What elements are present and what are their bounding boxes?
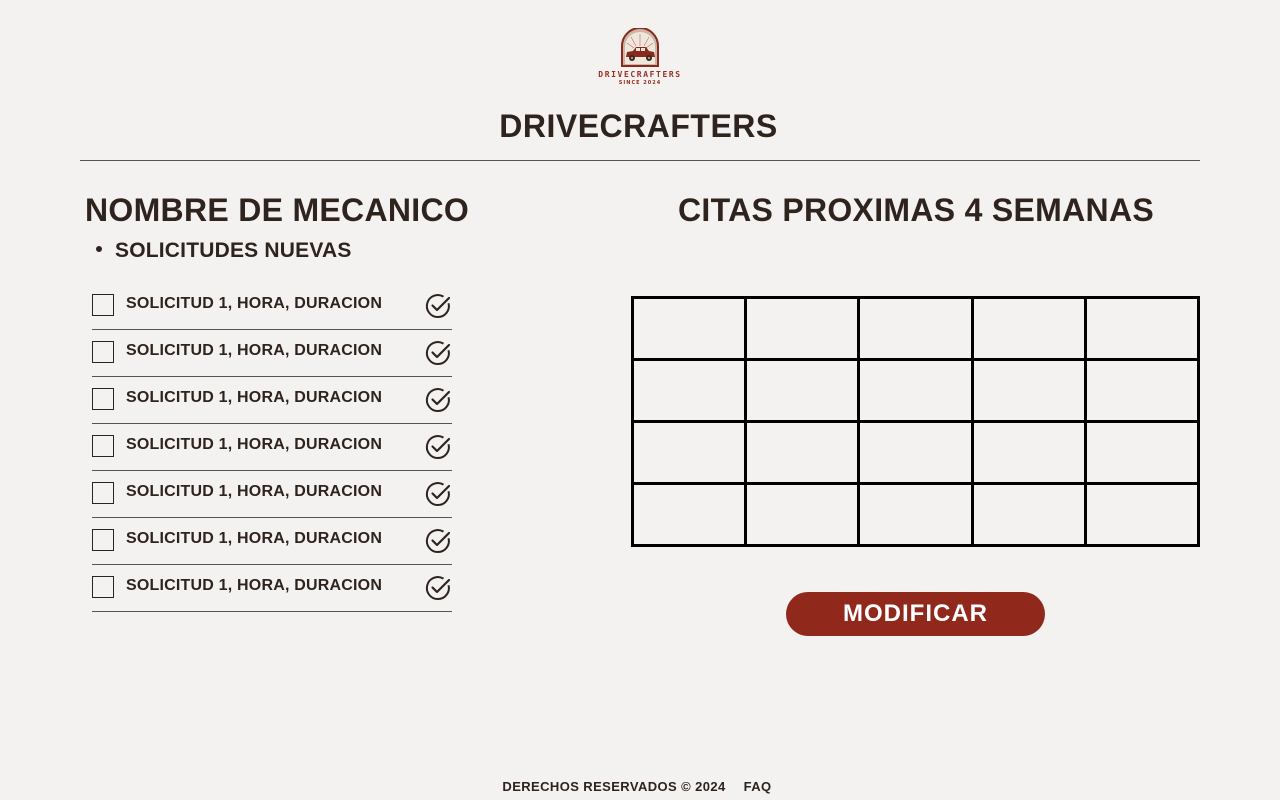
site-title: DRIVECRAFTERS — [499, 108, 778, 144]
check-circle-icon[interactable] — [424, 292, 452, 320]
calendar-cell[interactable] — [857, 358, 974, 423]
check-circle-icon[interactable] — [424, 480, 452, 508]
check-circle-icon[interactable] — [424, 339, 452, 367]
mechanic-name: NOMBRE DE MECANICO — [85, 192, 470, 228]
calendar-cell[interactable] — [857, 482, 974, 547]
header-divider — [80, 160, 1200, 161]
calendar-cell[interactable] — [1083, 358, 1201, 423]
footer: DERECHOS RESERVADOS © 2024 FAQ — [0, 779, 1274, 794]
calendar-cell[interactable] — [744, 482, 861, 547]
brand-logo[interactable]: DRIVECRAFTERS SINCE 2024 — [585, 28, 695, 94]
calendar-cell[interactable] — [1083, 420, 1201, 485]
request-row: SOLICITUD 1, HORA, DURACION — [92, 424, 452, 471]
checkbox-icon[interactable] — [92, 482, 114, 504]
logo-tagline: SINCE 2024 — [618, 80, 662, 86]
check-circle-icon[interactable] — [424, 386, 452, 414]
calendar-cell[interactable] — [970, 482, 1087, 547]
checkbox-icon[interactable] — [92, 435, 114, 457]
request-row: SOLICITUD 1, HORA, DURACION — [92, 518, 452, 565]
request-row: SOLICITUD 1, HORA, DURACION — [92, 283, 452, 330]
calendar-cell[interactable] — [744, 358, 861, 423]
checkbox-icon[interactable] — [92, 388, 114, 410]
calendar-week — [630, 482, 1201, 547]
request-list: SOLICITUD 1, HORA, DURACION SOLICITUD 1,… — [92, 283, 452, 612]
calendar-title: CITAS PROXIMAS 4 SEMANAS — [678, 192, 1154, 228]
request-row: SOLICITUD 1, HORA, DURACION — [92, 565, 452, 612]
request-label: SOLICITUD 1, HORA, DURACION — [126, 577, 383, 594]
request-label: SOLICITUD 1, HORA, DURACION — [126, 436, 383, 453]
bullet-icon — [96, 246, 102, 253]
request-label: SOLICITUD 1, HORA, DURACION — [126, 389, 383, 406]
calendar-cell[interactable] — [630, 296, 748, 361]
calendar-cell[interactable] — [744, 296, 861, 361]
checkbox-icon[interactable] — [92, 294, 114, 316]
calendar-week — [630, 296, 1201, 361]
footer-copyright: DERECHOS RESERVADOS © 2024 — [502, 779, 726, 794]
request-label: SOLICITUD 1, HORA, DURACION — [126, 342, 383, 359]
request-label: SOLICITUD 1, HORA, DURACION — [126, 530, 383, 547]
calendar-cell[interactable] — [744, 420, 861, 485]
calendar-cell[interactable] — [970, 296, 1087, 361]
calendar-cell[interactable] — [630, 420, 748, 485]
request-row: SOLICITUD 1, HORA, DURACION — [92, 377, 452, 424]
checkbox-icon[interactable] — [92, 529, 114, 551]
calendar-cell[interactable] — [1083, 296, 1201, 361]
section-new-requests: SOLICITUDES NUEVAS — [96, 239, 352, 263]
calendar-cell[interactable] — [1083, 482, 1201, 547]
section-new-requests-label: SOLICITUDES NUEVAS — [115, 239, 352, 262]
check-circle-icon[interactable] — [424, 433, 452, 461]
calendar-cell[interactable] — [857, 420, 974, 485]
calendar-cell[interactable] — [970, 358, 1087, 423]
faq-link[interactable]: FAQ — [744, 779, 772, 794]
page: DRIVECRAFTERS SINCE 2024 DRIVECRAFTERS N… — [0, 0, 1280, 800]
checkbox-icon[interactable] — [92, 341, 114, 363]
check-circle-icon[interactable] — [424, 574, 452, 602]
request-label: SOLICITUD 1, HORA, DURACION — [126, 295, 383, 312]
logo-brand-text: DRIVECRAFTERS — [598, 70, 682, 79]
calendar-week — [630, 358, 1201, 423]
calendar-cell[interactable] — [630, 482, 748, 547]
appointments-calendar — [630, 296, 1201, 547]
check-circle-icon[interactable] — [424, 527, 452, 555]
calendar-cell[interactable] — [970, 420, 1087, 485]
calendar-week — [630, 420, 1201, 485]
calendar-cell[interactable] — [857, 296, 974, 361]
request-row: SOLICITUD 1, HORA, DURACION — [92, 471, 452, 518]
modify-button[interactable]: MODIFICAR — [786, 592, 1045, 636]
request-label: SOLICITUD 1, HORA, DURACION — [126, 483, 383, 500]
classic-car-icon — [621, 28, 659, 67]
checkbox-icon[interactable] — [92, 576, 114, 598]
calendar-cell[interactable] — [630, 358, 748, 423]
request-row: SOLICITUD 1, HORA, DURACION — [92, 330, 452, 377]
